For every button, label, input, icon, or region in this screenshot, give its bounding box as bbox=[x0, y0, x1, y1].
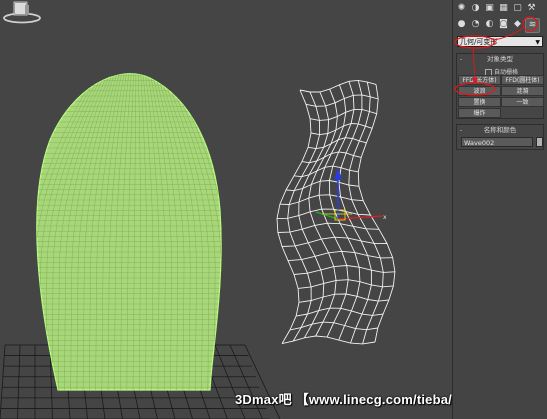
create-category-tabs: ● ◔ ◐ ◙ ◆ ≋ bbox=[455, 18, 546, 33]
modifier-list-dropdown[interactable]: 几何/可变形 ▼ bbox=[457, 36, 543, 47]
monitor-icon[interactable]: ▢ bbox=[511, 2, 524, 15]
shapes-icon[interactable]: ◔ bbox=[469, 18, 482, 31]
name-color-header[interactable]: - 名称和颜色 bbox=[457, 125, 543, 135]
viewcube-icon[interactable] bbox=[0, 0, 44, 24]
ffd-cylinder-button[interactable]: FFD(圆柱体) bbox=[501, 75, 544, 85]
hammer-icon[interactable]: ⚒ bbox=[525, 2, 538, 15]
helpers-icon[interactable]: ◆ bbox=[511, 18, 524, 31]
name-color-title: 名称和颜色 bbox=[483, 126, 517, 134]
object-name-input[interactable]: Wave002 bbox=[461, 137, 533, 147]
conform-button[interactable]: 一致 bbox=[501, 97, 544, 107]
command-panel-tabs: ✺ ◑ ▣ ▦ ▢ ⚒ bbox=[455, 2, 546, 17]
collapse-icon: - bbox=[460, 55, 463, 63]
egg-mesh[interactable] bbox=[20, 70, 240, 391]
wave-lattice[interactable] bbox=[276, 79, 396, 345]
wave-button[interactable]: 波浪 bbox=[458, 86, 501, 96]
collapse-icon: - bbox=[460, 126, 463, 134]
gear-icon[interactable]: ◑ bbox=[469, 2, 482, 15]
sphere-icon[interactable]: ● bbox=[455, 18, 468, 31]
gizmo-x-label: x bbox=[383, 214, 387, 221]
spacewarps-icon[interactable]: ≋ bbox=[525, 18, 540, 33]
object-type-header[interactable]: - 对象类型 bbox=[457, 54, 543, 64]
modifier-list-value: 几何/可变形 bbox=[460, 38, 498, 46]
object-color-swatch[interactable] bbox=[536, 137, 543, 147]
camera-small-icon[interactable]: ◙ bbox=[497, 18, 510, 31]
ripple-button[interactable]: 涟漪 bbox=[501, 86, 544, 96]
chevron-down-icon: ▼ bbox=[535, 39, 540, 46]
sun-icon[interactable]: ✺ bbox=[455, 2, 468, 15]
camera-icon[interactable]: ▦ bbox=[497, 2, 510, 15]
name-color-rollout: - 名称和颜色 Wave002 bbox=[456, 124, 544, 150]
box-icon[interactable]: ▣ bbox=[483, 2, 496, 15]
bomb-button[interactable]: 爆炸 bbox=[458, 108, 501, 118]
command-panel: ✺ ◑ ▣ ▦ ▢ ⚒ ● ◔ ◐ ◙ ◆ ≋ 几何/可变形 ▼ - 对象类型 … bbox=[452, 0, 547, 419]
light-icon[interactable]: ◐ bbox=[483, 18, 496, 31]
viewport[interactable]: x 3Dmax吧 【www.linecg.com/tieba/1771】 bbox=[0, 0, 452, 419]
object-type-rollout: - 对象类型 自动栅格 FFD(长方体) FFD(圆柱体) 波浪 涟漪 置换 一… bbox=[456, 53, 544, 119]
watermark-text: 3Dmax吧 【www.linecg.com/tieba/1771】 bbox=[235, 392, 452, 407]
object-type-title: 对象类型 bbox=[487, 55, 513, 63]
viewport-scene[interactable]: x bbox=[0, 0, 452, 419]
ffd-box-button[interactable]: FFD(长方体) bbox=[458, 75, 501, 85]
displace-button[interactable]: 置换 bbox=[458, 97, 501, 107]
